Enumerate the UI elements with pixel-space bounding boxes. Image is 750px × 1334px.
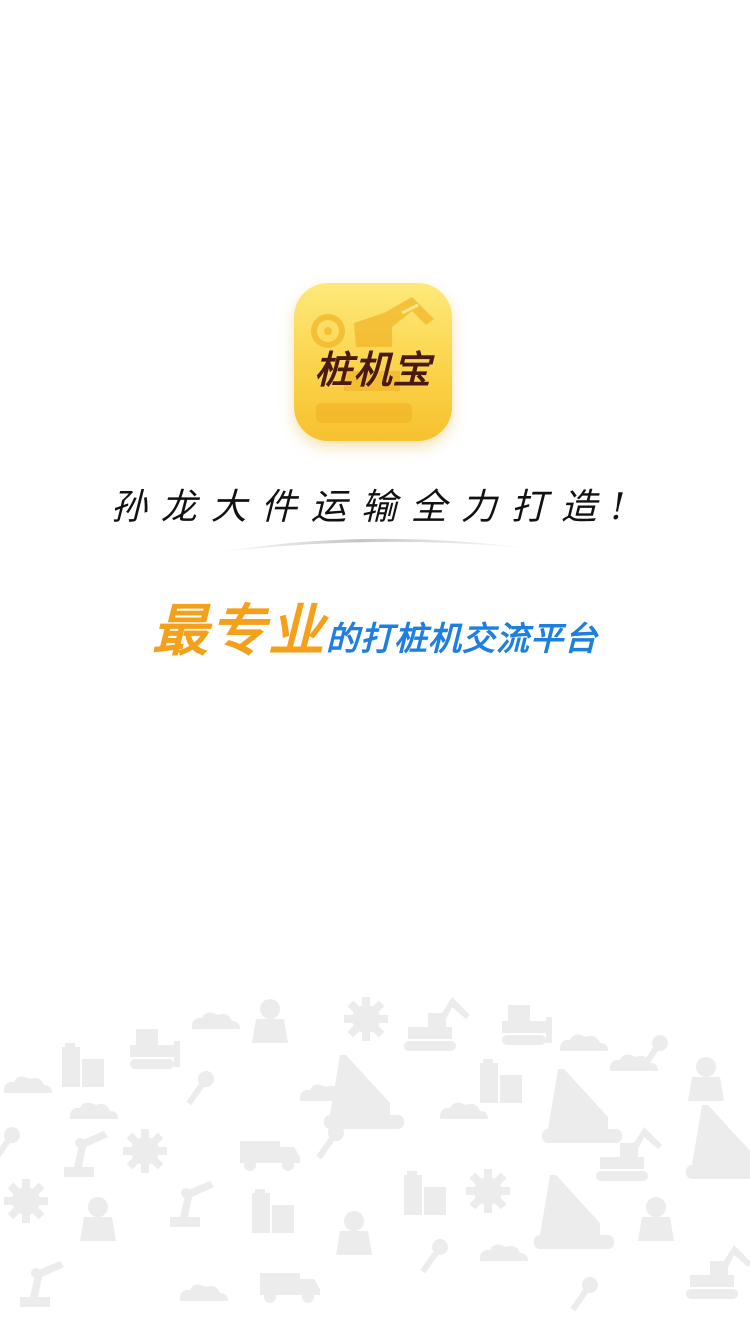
slogan-highlight: 最专业 (152, 599, 326, 664)
slogan-rest: 的打桩机交流平台 (326, 619, 598, 658)
app-name: 桩机宝 (314, 348, 432, 392)
divider-swoosh (215, 538, 535, 553)
app-logo: 桩机宝 (294, 283, 452, 441)
construction-decor-pattern (0, 997, 750, 1312)
slogan: 最专业的打桩机交流平台 (0, 586, 750, 667)
tagline: 孙龙大件运输全力打造! (110, 487, 640, 528)
